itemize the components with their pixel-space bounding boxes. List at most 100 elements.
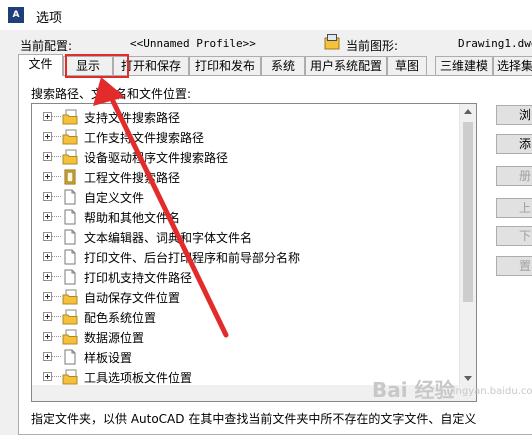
current-profile-label: 当前配置: [20, 39, 73, 53]
tree-connector [52, 216, 61, 217]
move-up-button[interactable]: 上 [496, 198, 532, 218]
folder-stack-icon [62, 129, 78, 145]
expand-plus-icon[interactable] [43, 352, 52, 361]
scrollbar-thumb[interactable] [463, 122, 473, 302]
drawing-file-icon [324, 34, 340, 50]
watermark-logo: Bai 经验 [372, 378, 455, 402]
tree-connector [52, 356, 61, 357]
tree-item-label: 数据源位置 [84, 331, 145, 345]
tree-item[interactable]: 数据源位置 [32, 327, 462, 347]
tree-connector [52, 176, 61, 177]
current-drawing-value: Drawing1.dwg [458, 37, 532, 50]
expand-plus-icon[interactable] [43, 232, 52, 241]
tree-item[interactable]: 帮助和其他文件名 [32, 207, 462, 227]
expand-plus-icon[interactable] [43, 312, 52, 321]
folder-stack-icon [62, 109, 78, 125]
tree-item[interactable]: 打印机支持文件路径 [32, 267, 462, 287]
tab-drafting[interactable]: 草图 [387, 56, 427, 75]
tree-item[interactable]: 打印文件、后台打印程序和前导部分名称 [32, 247, 462, 267]
folder-stack-icon [62, 369, 78, 385]
scroll-up-arrow-icon[interactable] [464, 109, 472, 114]
tree-connector [52, 336, 61, 337]
folder-stack-icon [62, 329, 78, 345]
tree-item[interactable]: 工程文件搜索路径 [32, 167, 462, 187]
tree-connector [52, 116, 61, 117]
tree-connector [52, 276, 61, 277]
tree-item[interactable]: 设备驱动程序文件搜索路径 [32, 147, 462, 167]
tree-connector [52, 196, 61, 197]
tree-vertical-scrollbar[interactable] [459, 104, 476, 401]
browse-button[interactable]: 浏 [496, 105, 532, 125]
tab-user-preferences[interactable]: 用户系统配置 [305, 56, 387, 75]
baidu-jingyan-watermark: Bai 经验 jingyan.baidu.com [372, 372, 532, 402]
expand-plus-icon[interactable] [43, 212, 52, 221]
folder-stack-icon [62, 289, 78, 305]
tree-item-label: 打印文件、后台打印程序和前导部分名称 [84, 251, 301, 265]
tab-selection[interactable]: 选择集 [493, 56, 532, 75]
tree-item-label: 设备驱动程序文件搜索路径 [84, 151, 229, 165]
set-current-button[interactable]: 置 [496, 256, 532, 276]
expand-plus-icon[interactable] [43, 172, 52, 181]
expand-plus-icon[interactable] [43, 132, 52, 141]
tree-item-label: 支持文件搜索路径 [84, 111, 181, 125]
tree-item-label: 工程文件搜索路径 [84, 171, 181, 185]
file-paths-tree[interactable]: 支持文件搜索路径工作支持文件搜索路径设备驱动程序文件搜索路径 工程文件搜索路径 自定… [31, 103, 477, 402]
file-icon [62, 209, 78, 225]
expand-plus-icon[interactable] [43, 252, 52, 261]
expand-plus-icon[interactable] [43, 372, 52, 381]
file-icon [62, 349, 78, 365]
autocad-app-icon: A [8, 7, 24, 23]
file-icon [62, 249, 78, 265]
tree-item[interactable]: 自动保存文件位置 [32, 287, 462, 307]
expand-plus-icon[interactable] [43, 332, 52, 341]
tree-item[interactable]: 工作支持文件搜索路径 [32, 127, 462, 147]
folder-stack-icon [62, 149, 78, 165]
tree-item[interactable]: 样板设置 [32, 347, 462, 367]
window-title: 选项 [36, 11, 63, 26]
move-down-button[interactable]: 下 [496, 226, 532, 246]
tree-item[interactable]: 支持文件搜索路径 [32, 107, 462, 127]
project-file-icon [62, 169, 78, 185]
current-drawing-label: 当前图形: [346, 39, 399, 53]
tree-item-label: 样板设置 [84, 351, 133, 365]
expand-plus-icon[interactable] [43, 152, 52, 161]
tree-item-label: 工具选项板文件位置 [84, 371, 193, 385]
current-profile-value: <<Unnamed Profile>> [130, 37, 256, 50]
expand-plus-icon[interactable] [43, 112, 52, 121]
tree-item-label: 文本编辑器、词典和字体文件名 [84, 231, 253, 245]
tab-files[interactable]: 文件 [18, 54, 63, 76]
tree-item-label: 打印机支持文件路径 [84, 271, 193, 285]
tree-item[interactable]: 自定义文件 [32, 187, 462, 207]
title-bar: A 选项 [0, 0, 532, 30]
tree-connector [52, 376, 61, 377]
tree-item-label: 自定义文件 [84, 191, 145, 205]
tree-item[interactable]: 配色系统位置 [32, 307, 462, 327]
description-text: 指定文件夹，以供 AutoCAD 在其中查找当前文件夹中所不存在的文字文件、自定… [31, 412, 477, 426]
tree-item-label: 自动保存文件位置 [84, 291, 181, 305]
tab-system[interactable]: 系统 [261, 56, 305, 75]
tree-connector [52, 136, 61, 137]
expand-plus-icon[interactable] [43, 272, 52, 281]
folder-stack-icon [62, 309, 78, 325]
tree-connector [52, 296, 61, 297]
tree-item-label: 帮助和其他文件名 [84, 211, 181, 225]
tab-3d-modeling[interactable]: 三维建模 [435, 56, 493, 75]
expand-plus-icon[interactable] [43, 292, 52, 301]
add-button[interactable]: 添 [496, 134, 532, 154]
tree-connector [52, 236, 61, 237]
remove-button[interactable]: 册 [496, 166, 532, 186]
file-icon [62, 189, 78, 205]
watermark-url: jingyan.baidu.com [450, 386, 532, 397]
tab-plot-and-publish[interactable]: 打印和发布 [189, 56, 261, 75]
tree-connector [52, 256, 61, 257]
file-icon [62, 269, 78, 285]
expand-plus-icon[interactable] [43, 192, 52, 201]
tree-connector [52, 156, 61, 157]
tree-connector [52, 316, 61, 317]
search-paths-heading: 搜索路径、文件名和文件位置: [31, 87, 192, 101]
tree-item-label: 配色系统位置 [84, 311, 157, 325]
tree-item-label: 工作支持文件搜索路径 [84, 131, 205, 145]
file-icon [62, 229, 78, 245]
display-tab-highlight [65, 54, 129, 78]
tree-item[interactable]: 文本编辑器、词典和字体文件名 [32, 227, 462, 247]
